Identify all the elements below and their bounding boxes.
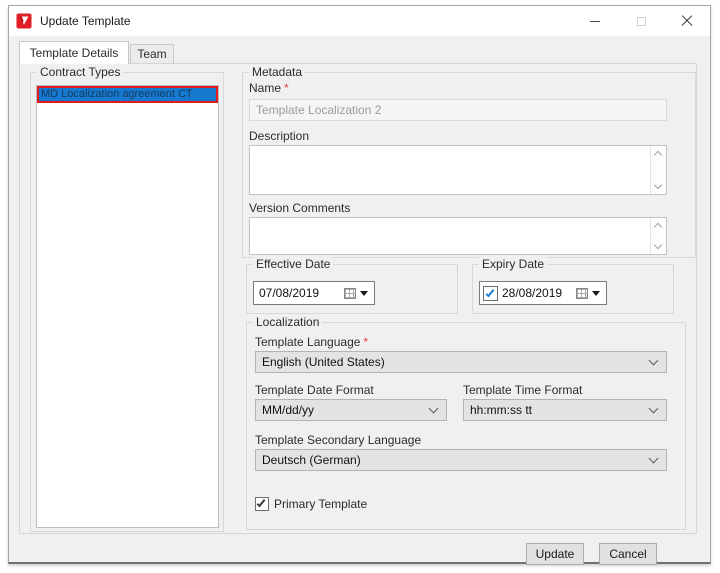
contract-types-group: Contract Types MD Localization agreement… xyxy=(30,72,224,532)
version-comments-scrollbar[interactable] xyxy=(650,218,666,254)
template-language-select[interactable]: English (United States) xyxy=(255,351,667,373)
effective-date-value: 07/08/2019 xyxy=(254,286,344,300)
screen: Update Template Template Details Team Co… xyxy=(0,0,720,573)
name-label: Name* xyxy=(249,81,289,95)
template-date-format-select[interactable]: MM/dd/yy xyxy=(255,399,447,421)
name-input: Template Localization 2 xyxy=(249,99,667,121)
check-icon xyxy=(257,498,266,507)
contract-types-label: Contract Types xyxy=(37,65,123,79)
scroll-up-icon[interactable] xyxy=(654,151,662,159)
dropdown-arrow-icon[interactable] xyxy=(592,291,600,296)
chevron-down-icon xyxy=(649,454,659,464)
scroll-down-icon[interactable] xyxy=(654,181,662,189)
calendar-icon xyxy=(576,288,588,299)
version-comments-textarea[interactable] xyxy=(249,217,667,255)
version-comments-label: Version Comments xyxy=(249,201,350,215)
window-title: Update Template xyxy=(40,14,131,28)
chevron-down-icon xyxy=(649,404,659,414)
template-secondary-language-select[interactable]: Deutsch (German) xyxy=(255,449,667,471)
expiry-date-value: 28/08/2019 xyxy=(501,286,576,300)
template-language-label: Template Language* xyxy=(255,335,368,349)
expiry-date-checkbox[interactable] xyxy=(483,286,498,301)
localization-group: Localization Template Language* English … xyxy=(246,322,686,530)
scroll-down-icon[interactable] xyxy=(654,241,662,249)
minimize-icon xyxy=(590,21,600,22)
expiry-date-picker[interactable]: 28/08/2019 xyxy=(479,281,607,305)
template-date-format-value: MM/dd/yy xyxy=(256,403,430,417)
expiry-date-label: Expiry Date xyxy=(479,257,547,271)
template-time-format-select[interactable]: hh:mm:ss tt xyxy=(463,399,667,421)
title-bar[interactable]: Update Template xyxy=(9,6,710,36)
check-icon xyxy=(486,287,495,296)
cancel-button[interactable]: Cancel xyxy=(599,543,657,565)
minimize-button[interactable] xyxy=(572,6,618,36)
template-time-format-value: hh:mm:ss tt xyxy=(464,403,650,417)
update-button[interactable]: Update xyxy=(526,543,584,565)
primary-template-label: Primary Template xyxy=(274,497,367,511)
calendar-icon xyxy=(344,288,356,299)
template-secondary-language-value: Deutsch (German) xyxy=(256,453,650,467)
close-icon xyxy=(681,15,693,27)
chevron-down-icon xyxy=(429,404,439,414)
list-item-selected[interactable]: MD Localization agreement CT xyxy=(37,86,218,103)
localization-label: Localization xyxy=(253,315,322,329)
tab-template-details[interactable]: Template Details xyxy=(19,41,129,64)
chevron-down-icon xyxy=(649,356,659,366)
tab-team[interactable]: Team xyxy=(130,44,174,63)
template-secondary-language-label: Template Secondary Language xyxy=(255,433,421,447)
template-date-format-label: Template Date Format xyxy=(255,383,374,397)
metadata-label: Metadata xyxy=(249,65,305,79)
close-button[interactable] xyxy=(664,6,710,36)
maximize-icon xyxy=(637,17,646,26)
effective-date-picker[interactable]: 07/08/2019 xyxy=(253,281,375,305)
update-template-dialog: Update Template Template Details Team Co… xyxy=(8,5,711,564)
name-required-mark: * xyxy=(284,81,289,95)
description-textarea[interactable] xyxy=(249,145,667,195)
effective-date-label: Effective Date xyxy=(253,257,333,271)
template-language-label-text: Template Language xyxy=(255,335,360,349)
language-required-mark: * xyxy=(363,335,368,349)
primary-template-checkbox[interactable]: Primary Template xyxy=(255,497,367,511)
contract-types-list[interactable]: MD Localization agreement CT xyxy=(36,85,219,528)
app-logo-icon xyxy=(16,13,32,29)
window-controls xyxy=(572,6,710,36)
template-time-format-label: Template Time Format xyxy=(463,383,582,397)
template-language-value: English (United States) xyxy=(256,355,650,369)
maximize-button xyxy=(618,6,664,36)
effective-date-group: Effective Date 07/08/2019 xyxy=(246,264,458,314)
description-scrollbar[interactable] xyxy=(650,146,666,194)
dropdown-arrow-icon[interactable] xyxy=(360,291,368,296)
metadata-group: Metadata Name* Template Localization 2 D… xyxy=(242,72,696,258)
checkbox-box[interactable] xyxy=(255,497,269,511)
scroll-up-icon[interactable] xyxy=(654,223,662,231)
expiry-date-group: Expiry Date 28/08/2019 xyxy=(472,264,674,314)
name-label-text: Name xyxy=(249,81,281,95)
description-label: Description xyxy=(249,129,309,143)
template-details-panel: Contract Types MD Localization agreement… xyxy=(19,63,697,534)
